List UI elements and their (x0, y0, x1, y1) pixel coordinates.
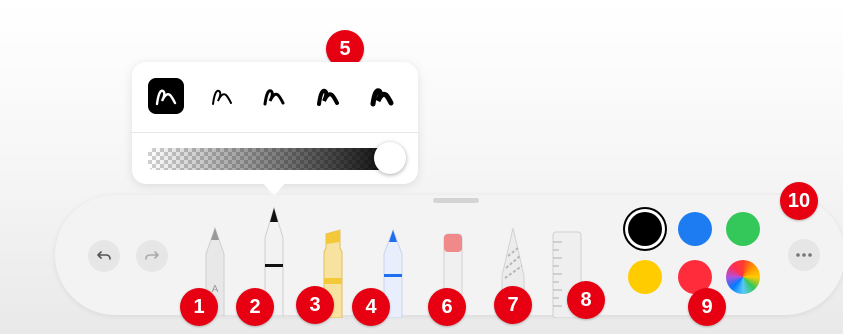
stroke-width-option-4[interactable] (310, 78, 346, 114)
scribble-icon (155, 89, 177, 106)
callout-10: 10 (780, 182, 818, 220)
callout-1: 1 (180, 288, 218, 326)
popover-divider (132, 132, 418, 133)
scribble-icon (212, 89, 232, 105)
undo-button[interactable] (88, 240, 120, 272)
redo-button[interactable] (136, 240, 168, 272)
ellipsis-icon (796, 253, 812, 257)
callout-3: 3 (296, 286, 334, 324)
redo-icon (145, 251, 159, 260)
color-green-swatch[interactable] (726, 212, 760, 246)
callout-9: 9 (688, 288, 726, 326)
stroke-width-option-1[interactable] (148, 78, 184, 114)
scribble-icon (317, 88, 339, 106)
color-picker-wheel[interactable] (726, 260, 760, 294)
opacity-slider[interactable] (148, 148, 402, 170)
toolbar-grabber[interactable] (433, 198, 479, 203)
stroke-width-option-3[interactable] (256, 78, 292, 114)
stroke-options-popover (132, 62, 418, 184)
undo-icon (97, 251, 111, 260)
stroke-width-option-2[interactable] (204, 78, 240, 114)
callout-7: 7 (494, 286, 532, 324)
callout-2: 2 (236, 288, 274, 326)
more-button[interactable] (788, 239, 820, 271)
stroke-width-option-5[interactable] (364, 78, 400, 114)
color-black-swatch[interactable] (628, 212, 662, 246)
color-yellow-swatch[interactable] (628, 260, 662, 294)
callout-6: 6 (428, 288, 466, 326)
scribble-icon (263, 89, 285, 106)
color-blue-swatch[interactable] (678, 212, 712, 246)
opacity-slider-thumb[interactable] (374, 142, 406, 174)
callout-8: 8 (567, 281, 605, 319)
callout-4: 4 (352, 288, 390, 326)
scribble-icon (370, 88, 394, 107)
popover-arrow (262, 182, 286, 196)
